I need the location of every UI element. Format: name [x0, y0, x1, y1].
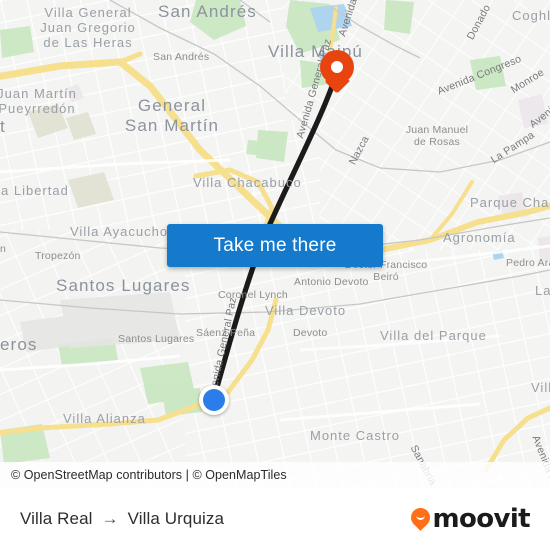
map-attribution: © OpenStreetMap contributors | © OpenMap…	[0, 462, 550, 488]
map-canvas[interactable]: Villa General Juan Gregorio de Las Heras…	[0, 0, 550, 488]
route-origin: Villa Real	[20, 509, 93, 528]
moovit-wordmark: moovit	[432, 504, 530, 534]
footer-bar: Villa Real → Villa Urquiza moovit	[0, 488, 550, 550]
moovit-route-preview: Villa General Juan Gregorio de Las Heras…	[0, 0, 550, 550]
take-me-there-button[interactable]: Take me there	[167, 224, 383, 267]
pin-hole	[331, 61, 343, 73]
attribution-text: © OpenStreetMap contributors | © OpenMap…	[11, 468, 287, 482]
destination-pin[interactable]	[320, 50, 354, 96]
arrow-right-icon: →	[101, 509, 119, 528]
moovit-logo: moovit	[407, 503, 531, 534]
location-dot-fill	[203, 389, 225, 411]
current-location-dot[interactable]	[199, 385, 229, 415]
moovit-pin-icon	[407, 503, 435, 531]
route-summary: Villa Real → Villa Urquiza	[20, 509, 224, 529]
route-destination: Villa Urquiza	[127, 509, 225, 528]
